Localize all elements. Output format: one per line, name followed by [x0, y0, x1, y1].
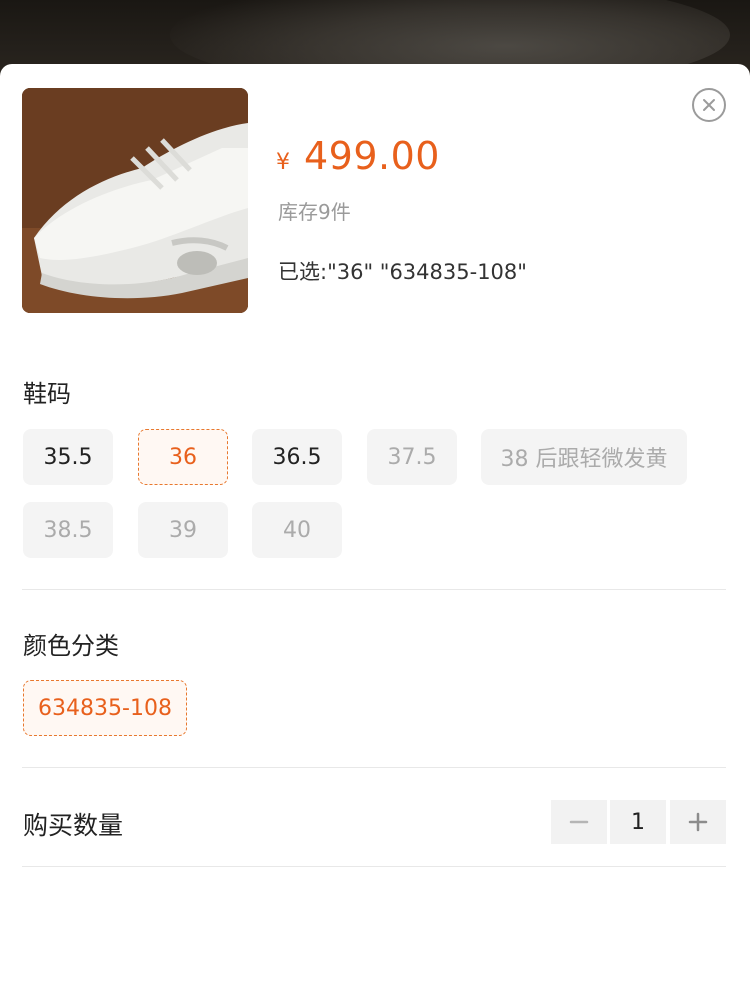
divider — [22, 589, 726, 590]
size-option-38[interactable]: 38 后跟轻微发黄 — [481, 429, 687, 485]
size-option-38-5[interactable]: 38.5 — [23, 502, 113, 558]
close-icon — [703, 99, 715, 111]
minus-icon — [569, 820, 589, 824]
quantity-label: 购买数量 — [23, 811, 124, 840]
divider — [22, 866, 726, 867]
color-section-title: 颜色分类 — [23, 632, 119, 660]
plus-icon — [688, 812, 708, 832]
size-section-title: 鞋码 — [23, 380, 71, 408]
price-amount: 499.00 — [304, 134, 440, 178]
shoe-illustration — [22, 88, 248, 313]
currency-symbol: ¥ — [276, 150, 290, 175]
size-option-40[interactable]: 40 — [252, 502, 342, 558]
stock-count: 库存9件 — [278, 200, 351, 224]
price: ¥ 499.00 — [276, 134, 440, 180]
product-image — [22, 88, 248, 313]
quantity-increase-button[interactable] — [670, 800, 726, 844]
quantity-value[interactable]: 1 — [610, 800, 666, 844]
size-option-36-5[interactable]: 36.5 — [252, 429, 342, 485]
close-button[interactable] — [692, 88, 726, 122]
size-option-39[interactable]: 39 — [138, 502, 228, 558]
size-option-37-5[interactable]: 37.5 — [367, 429, 457, 485]
size-option-36[interactable]: 36 — [138, 429, 228, 485]
selected-spec: 已选:"36" "634835-108" — [278, 260, 527, 284]
quantity-decrease-button[interactable] — [551, 800, 607, 844]
divider — [22, 767, 726, 768]
color-option-634835-108[interactable]: 634835-108 — [23, 680, 187, 736]
size-option-35-5[interactable]: 35.5 — [23, 429, 113, 485]
